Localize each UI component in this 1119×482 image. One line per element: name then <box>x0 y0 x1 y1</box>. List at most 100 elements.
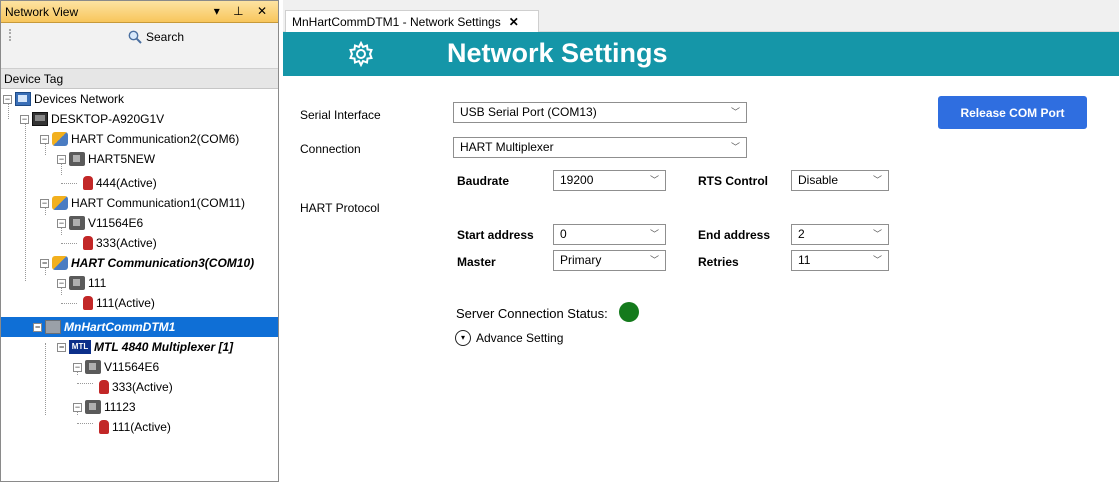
chevron-down-icon: ﹀ <box>872 255 882 265</box>
column-header-device-tag[interactable]: Device Tag <box>1 69 278 89</box>
master-label: Master <box>457 255 496 269</box>
tab-network-settings[interactable]: MnHartCommDTM1 - Network Settings ✕ <box>285 10 539 32</box>
chevron-down-icon: ﹀ <box>649 255 659 265</box>
chevron-down-icon: ﹀ <box>872 229 882 239</box>
tree-node-label: Devices Network <box>34 92 125 106</box>
gear-icon <box>349 41 373 67</box>
tree-node-label: HART5NEW <box>88 152 156 166</box>
tab-label: MnHartCommDTM1 - Network Settings <box>292 14 501 29</box>
mtl-logo-icon: MTL <box>69 340 91 354</box>
collapse-icon[interactable]: − <box>33 322 42 332</box>
tree-node-label: 111(Active) <box>96 296 155 310</box>
network-view-panel: Network View ▾ ⊥ ✕ Search Device Tag − D… <box>0 0 279 482</box>
tree-node-selected[interactable]: − MnHartCommDTM1 <box>1 317 278 337</box>
tag-icon <box>83 176 93 190</box>
hart-communication-icon <box>52 132 68 146</box>
serial-interface-select[interactable]: USB Serial Port (COM13) ﹀ <box>453 102 747 123</box>
collapse-icon[interactable]: − <box>57 218 66 228</box>
tree-node[interactable]: 111(Active) <box>81 293 155 313</box>
rts-control-value: Disable <box>798 173 839 187</box>
panel-controls[interactable]: ▾ ⊥ ✕ <box>214 4 272 18</box>
column-header-label: Device Tag <box>4 72 64 86</box>
release-com-port-button[interactable]: Release COM Port <box>938 96 1087 129</box>
tag-icon <box>99 380 109 394</box>
retries-select[interactable]: 11 ﹀ <box>791 250 889 271</box>
tree-node[interactable]: − HART Communication1(COM11) <box>40 193 245 213</box>
chevron-down-icon: ﹀ <box>872 175 882 185</box>
collapse-icon[interactable]: − <box>40 134 49 144</box>
start-address-select[interactable]: 0 ﹀ <box>553 224 666 245</box>
rts-control-label: RTS Control <box>698 174 768 188</box>
collapse-icon[interactable]: − <box>57 278 66 288</box>
tree-node-label: 444(Active) <box>96 176 157 190</box>
baudrate-select[interactable]: 19200 ﹀ <box>553 170 666 191</box>
chevron-down-icon: ﹀ <box>730 107 740 117</box>
close-icon[interactable]: ✕ <box>509 15 519 29</box>
retries-label: Retries <box>698 255 739 269</box>
server-connection-status-label: Server Connection Status: <box>456 306 608 321</box>
tree-node[interactable]: − V11564E6 <box>73 357 159 377</box>
master-value: Primary <box>560 253 602 267</box>
search-label: Search <box>146 30 185 44</box>
tag-icon <box>83 236 93 250</box>
panel-title: Network View <box>5 5 79 19</box>
tree-node[interactable]: − 11123 <box>73 397 136 417</box>
device-icon <box>69 152 85 166</box>
end-address-value: 2 <box>798 227 805 241</box>
banner: Network Settings <box>283 32 1119 76</box>
master-select[interactable]: Primary ﹀ <box>553 250 666 271</box>
search-button[interactable]: Search <box>128 28 184 46</box>
hart-protocol-label: HART Protocol <box>300 201 380 215</box>
tree-node[interactable]: − 111 <box>57 273 106 293</box>
page-title: Network Settings <box>447 38 668 68</box>
tree-node-label: HART Communication3(COM10) <box>71 256 255 270</box>
advance-setting-toggle[interactable]: ▾ Advance Setting <box>455 330 563 346</box>
tab-bar: MnHartCommDTM1 - Network Settings ✕ <box>283 0 1119 32</box>
tree-node[interactable]: 111(Active) <box>97 417 171 437</box>
collapse-icon[interactable]: − <box>73 362 82 372</box>
tree-node[interactable]: − HART Communication3(COM10) <box>40 253 254 273</box>
serial-interface-value: USB Serial Port (COM13) <box>460 105 597 119</box>
retries-value: 11 <box>798 253 811 267</box>
chevron-down-icon: ﹀ <box>649 229 659 239</box>
device-icon <box>85 360 101 374</box>
tree-node[interactable]: − DESKTOP-A920G1V <box>20 109 164 129</box>
collapse-icon[interactable]: − <box>57 342 66 352</box>
collapse-icon[interactable]: − <box>3 94 12 104</box>
tree-node-label: 111 <box>88 276 107 290</box>
collapse-icon[interactable]: − <box>57 154 66 164</box>
collapse-icon[interactable]: − <box>73 402 82 412</box>
tree-node[interactable]: 444(Active) <box>81 173 157 193</box>
tree-node[interactable]: 333(Active) <box>97 377 173 397</box>
end-address-select[interactable]: 2 ﹀ <box>791 224 889 245</box>
tree-node[interactable]: − MTL MTL 4840 Multiplexer [1] <box>57 337 233 357</box>
tag-icon <box>83 296 93 310</box>
tree-node-label: V11564E6 <box>88 216 144 230</box>
search-icon <box>128 30 142 44</box>
device-icon <box>69 216 85 230</box>
collapse-icon[interactable]: − <box>40 258 49 268</box>
panel-header: Network View ▾ ⊥ ✕ <box>1 1 278 23</box>
collapse-icon[interactable]: − <box>40 198 49 208</box>
hart-communication-icon <box>52 196 68 210</box>
tree-node[interactable]: 333(Active) <box>81 233 157 253</box>
tree-node-label: V11564E6 <box>104 360 160 374</box>
chevron-down-icon: ﹀ <box>649 175 659 185</box>
tree-node-label: MnHartCommDTM1 <box>64 320 176 334</box>
advance-setting-label: Advance Setting <box>476 331 564 345</box>
collapse-icon[interactable]: − <box>20 114 29 124</box>
end-address-label: End address <box>698 228 771 242</box>
baudrate-value: 19200 <box>560 173 594 187</box>
tree-node[interactable]: − Devices Network <box>3 89 124 109</box>
tree-node[interactable]: − HART5NEW <box>57 149 155 169</box>
tree-node[interactable]: − V11564E6 <box>57 213 143 233</box>
connection-select[interactable]: HART Multiplexer ﹀ <box>453 137 747 158</box>
chevron-down-icon: ▾ <box>455 330 471 346</box>
connection-value: HART Multiplexer <box>460 140 554 154</box>
rts-control-select[interactable]: Disable ﹀ <box>791 170 889 191</box>
chevron-down-icon: ﹀ <box>730 142 740 152</box>
toolbar-grip[interactable] <box>9 29 11 41</box>
computer-icon <box>32 112 48 126</box>
tree-node-label: 333(Active) <box>96 236 157 250</box>
tree-node[interactable]: − HART Communication2(COM6) <box>40 129 239 149</box>
